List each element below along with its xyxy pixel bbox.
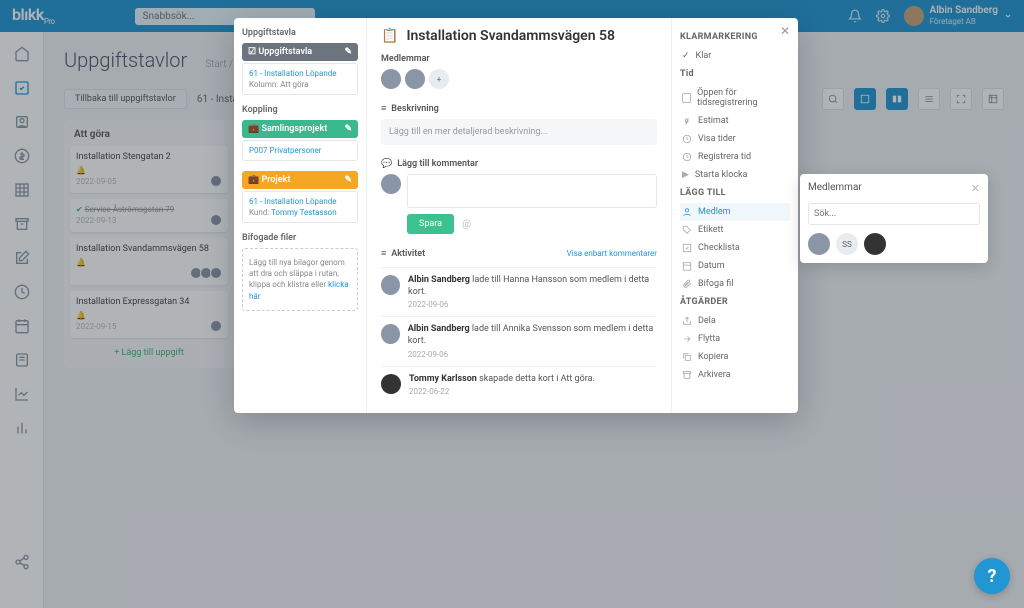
list-icon: ≡ — [381, 248, 386, 259]
collection-link[interactable]: P007 Privatpersoner — [249, 146, 322, 155]
members-popover: Medlemmar ✕ SS — [800, 174, 988, 263]
filter-comments-link[interactable]: Visa enbart kommentarer — [567, 249, 657, 258]
close-icon[interactable]: ✕ — [780, 24, 790, 38]
estimate-button[interactable]: Estimat — [680, 112, 790, 130]
activity-item: Albin Sandberg lade till Hanna Hansson s… — [381, 267, 657, 316]
board-link[interactable]: 61 - Installation Löpande — [249, 69, 337, 78]
edit-icon[interactable]: ✎ — [344, 175, 352, 185]
add-checklist-action[interactable]: Checklista — [680, 239, 790, 257]
archive-action[interactable]: Arkivera — [680, 366, 790, 384]
member-option[interactable]: SS — [836, 233, 858, 255]
edit-icon[interactable]: ✎ — [344, 124, 352, 134]
activity-label: Aktivitet — [391, 249, 425, 259]
activity-avatar — [381, 324, 400, 344]
clipboard-icon: 📋 — [381, 28, 398, 44]
project-badge: 💼 Projekt✎ — [242, 171, 358, 189]
popover-title: Medlemmar — [808, 182, 862, 195]
sidebar-section-board: Uppgiftstavla — [242, 28, 358, 38]
add-member-action[interactable]: Medlem — [680, 203, 790, 221]
add-label-action[interactable]: Etikett — [680, 221, 790, 239]
member-avatar[interactable] — [405, 69, 425, 89]
open-time-reg[interactable]: Öppen för tidsregistrering — [680, 84, 790, 112]
close-icon[interactable]: ✕ — [971, 182, 980, 195]
copy-action[interactable]: Kopiera — [680, 348, 790, 366]
register-time-button[interactable]: Registrera tid — [680, 148, 790, 166]
move-action[interactable]: Flytta — [680, 330, 790, 348]
comment-input[interactable] — [407, 174, 657, 208]
customer-link[interactable]: Tommy Testasson — [271, 208, 337, 217]
comment-icon: 💬 — [381, 159, 392, 169]
done-section-head: KLARMARKERING — [680, 32, 790, 42]
show-times-button[interactable]: Visa tider — [680, 130, 790, 148]
member-option[interactable] — [864, 233, 886, 255]
mark-done-button[interactable]: ✓Klar — [680, 47, 790, 65]
board-badge: ☑ Uppgiftstavla✎ — [242, 43, 358, 61]
actions-section-head: ÅTGÄRDER — [680, 297, 790, 307]
members-label: Medlemmar — [381, 54, 657, 64]
member-search-input[interactable] — [808, 203, 980, 225]
activity-item: Tommy Karlsson skapade detta kort i Att … — [381, 366, 657, 404]
activity-avatar — [381, 275, 400, 295]
file-dropzone[interactable]: Lägg till nya bilagor genom att dra och … — [242, 248, 358, 311]
align-icon: ≡ — [381, 103, 386, 114]
sidebar-section-files: Bifogade filer — [242, 233, 358, 243]
modal-title: Installation Svandammsvägen 58 — [406, 28, 615, 44]
member-avatar[interactable] — [381, 69, 401, 89]
activity-avatar — [381, 374, 401, 394]
comment-label: Lägg till kommentar — [397, 159, 478, 169]
start-clock-button[interactable]: ▶Starta klocka — [680, 166, 790, 184]
share-action[interactable]: Dela — [680, 312, 790, 330]
sidebar-section-coupling: Koppling — [242, 105, 358, 115]
save-button[interactable]: Spara — [407, 214, 454, 234]
add-member-button[interactable]: + — [429, 69, 449, 89]
attach-file-action[interactable]: Bifoga fil — [680, 275, 790, 293]
description-input[interactable]: Lägg till en mer detaljerad beskrivning.… — [381, 119, 657, 145]
edit-icon[interactable]: ✎ — [344, 47, 352, 57]
description-label: Beskrivning — [391, 104, 439, 114]
collection-badge: 💼 Samlingsprojekt✎ — [242, 120, 358, 138]
mention-icon[interactable]: @ — [462, 219, 471, 230]
add-date-action[interactable]: Datum — [680, 257, 790, 275]
help-button[interactable]: ? — [974, 558, 1010, 594]
project-link[interactable]: 61 - Installation Löpande — [249, 197, 337, 206]
member-option[interactable] — [808, 233, 830, 255]
current-user-avatar — [381, 174, 401, 194]
time-section-head: Tid — [680, 69, 790, 79]
add-section-head: LÄGG TILL — [680, 188, 790, 198]
activity-item: Albin Sandberg lade till Annika Svensson… — [381, 316, 657, 365]
